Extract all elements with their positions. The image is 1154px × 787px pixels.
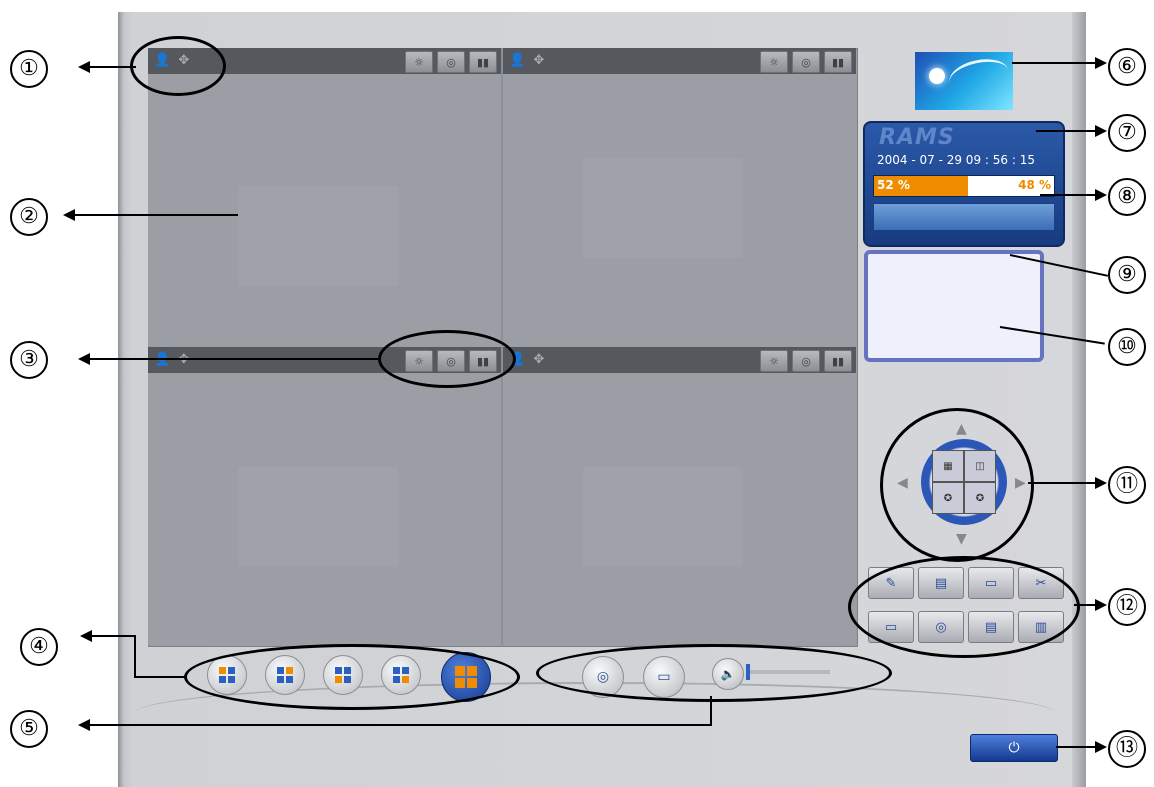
video-placeholder bbox=[238, 467, 398, 567]
brand-logo bbox=[915, 52, 1013, 110]
window-right-edge bbox=[1072, 12, 1086, 787]
video-pane-3[interactable]: 👤 ✥ ☼ ◎ ▮▮ bbox=[148, 347, 501, 645]
video-placeholder bbox=[238, 186, 398, 286]
disk-usage-bar: 52 % 48 % bbox=[873, 175, 1055, 197]
callout-line-4b bbox=[134, 635, 136, 677]
callout-line-5b bbox=[710, 696, 712, 726]
callout-5: ⑤ bbox=[10, 710, 48, 748]
callout-line-1 bbox=[90, 66, 136, 68]
arrow-11 bbox=[1095, 477, 1107, 489]
video-placeholder bbox=[583, 467, 743, 567]
callout-4: ④ bbox=[20, 628, 58, 666]
callout-8: ⑧ bbox=[1108, 178, 1146, 216]
callout-line-6 bbox=[1012, 62, 1096, 64]
video-pane-4[interactable]: 👤 ✥ ☼ ◎ ▮▮ bbox=[503, 347, 856, 645]
disk-free-label: 48 % bbox=[1018, 178, 1051, 192]
video-placeholder bbox=[583, 158, 743, 258]
arrow-1 bbox=[78, 61, 90, 73]
callout-ellipse-11 bbox=[880, 408, 1034, 562]
pane-toolbar: 👤 ✥ ☼ ◎ ▮▮ bbox=[503, 48, 856, 74]
callout-11: ⑪ bbox=[1108, 466, 1146, 504]
pane-toolbar: 👤 ✥ ☼ ◎ ▮▮ bbox=[503, 347, 856, 373]
callout-ellipse-3 bbox=[378, 330, 516, 388]
arrow-2 bbox=[63, 209, 75, 221]
power-button[interactable]: ⏻ bbox=[970, 734, 1058, 762]
callout-line-4c bbox=[134, 676, 186, 678]
video-pane-1[interactable]: 👤 ✥ ☼ ◎ ▮▮ bbox=[148, 48, 501, 346]
callout-line-4a bbox=[92, 635, 136, 637]
callout-6: ⑥ bbox=[1108, 48, 1146, 86]
video-pane-2[interactable]: 👤 ✥ ☼ ◎ ▮▮ bbox=[503, 48, 856, 346]
callout-ellipse-1 bbox=[130, 36, 226, 96]
callout-ellipse-4 bbox=[184, 644, 520, 710]
callout-line-5a bbox=[90, 724, 712, 726]
brightness-icon[interactable]: ☼ bbox=[405, 51, 433, 73]
message-window bbox=[864, 250, 1044, 362]
record-icon[interactable]: ▮▮ bbox=[469, 51, 497, 73]
brand-text: RAMS bbox=[879, 125, 955, 150]
arrow-3 bbox=[78, 353, 90, 365]
arrow-13 bbox=[1095, 741, 1107, 753]
status-panel: RAMS 2004 - 07 - 29 09 : 56 : 15 52 % 48… bbox=[863, 121, 1065, 247]
arrow-5 bbox=[78, 719, 90, 731]
arrow-12 bbox=[1095, 599, 1107, 611]
snapshot-icon[interactable]: ◎ bbox=[792, 51, 820, 73]
disk-used-label: 52 % bbox=[877, 178, 910, 192]
arrow-7 bbox=[1095, 125, 1107, 137]
callout-line-2 bbox=[75, 214, 238, 216]
callout-7: ⑦ bbox=[1108, 114, 1146, 152]
callout-line-12 bbox=[1074, 604, 1096, 606]
snapshot-icon[interactable]: ◎ bbox=[437, 51, 465, 73]
arrow-6 bbox=[1095, 57, 1107, 69]
callout-1: ① bbox=[10, 50, 48, 88]
status-bar bbox=[873, 203, 1055, 231]
arrow-8 bbox=[1095, 189, 1107, 201]
snapshot-icon[interactable]: ◎ bbox=[792, 350, 820, 372]
callout-9: ⑨ bbox=[1108, 256, 1146, 294]
record-icon[interactable]: ▮▮ bbox=[824, 350, 852, 372]
callout-line-8 bbox=[1040, 194, 1096, 196]
callout-12: ⑫ bbox=[1108, 588, 1146, 626]
callout-10: ⑩ bbox=[1108, 328, 1146, 366]
brightness-icon[interactable]: ☼ bbox=[760, 51, 788, 73]
callout-ellipse-5 bbox=[536, 644, 892, 702]
callout-line-7 bbox=[1036, 130, 1096, 132]
callout-ellipse-12 bbox=[848, 556, 1080, 658]
date-time: 2004 - 07 - 29 09 : 56 : 15 bbox=[877, 153, 1035, 167]
callout-3: ③ bbox=[10, 341, 48, 379]
callout-13: ⑬ bbox=[1108, 730, 1146, 768]
callout-line-13 bbox=[1056, 746, 1096, 748]
record-icon[interactable]: ▮▮ bbox=[824, 51, 852, 73]
person-move-icon[interactable]: 👤 ✥ bbox=[509, 53, 546, 68]
brightness-icon[interactable]: ☼ bbox=[760, 350, 788, 372]
callout-line-3 bbox=[90, 358, 380, 360]
callout-2: ② bbox=[10, 198, 48, 236]
comet-streak bbox=[946, 54, 1012, 99]
callout-line-11 bbox=[1028, 482, 1096, 484]
sun-icon bbox=[929, 68, 945, 84]
arrow-4 bbox=[80, 630, 92, 642]
